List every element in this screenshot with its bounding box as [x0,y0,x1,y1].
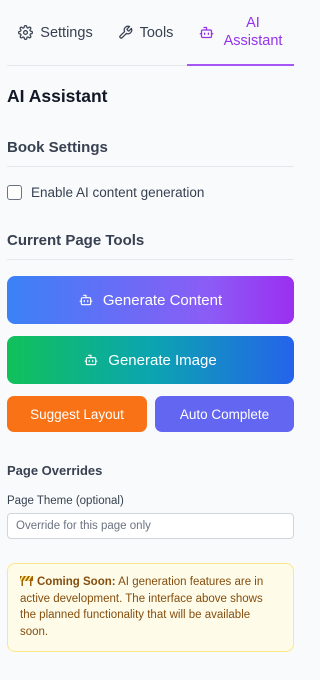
book-settings-heading: Book Settings [7,139,108,156]
page-theme-input[interactable] [7,513,294,539]
tab-ai-assistant[interactable]: AI Assistant [187,0,294,66]
tab-bar: Settings Tools AI Assistant [7,0,294,66]
coming-soon-notice: Coming Soon: AI generation features are … [7,563,294,652]
panel-title: AI Assistant [7,86,108,106]
tab-tools[interactable]: Tools [104,0,187,65]
bot-icon [199,26,213,38]
enable-ai-row[interactable]: Enable AI content generation [7,185,204,200]
section-divider [7,166,294,167]
generate-image-label: Generate Image [108,351,217,369]
suggest-layout-button[interactable]: Suggest Layout [7,396,147,432]
notice-title: Coming Soon: [37,576,116,588]
generate-content-label: Generate Content [102,291,223,309]
wrench-icon [118,25,132,39]
auto-complete-button[interactable]: Auto Complete [155,396,294,432]
construction-icon [20,576,33,586]
page-tools-heading: Current Page Tools [7,232,145,249]
tab-settings[interactable]: Settings [7,0,104,65]
enable-ai-label: Enable AI content generation [31,185,205,200]
tab-tools-label: Tools [139,24,174,41]
section-divider [7,259,294,260]
bot-icon [79,294,93,306]
bot-icon [84,354,98,366]
gear-icon [18,25,34,40]
page-overrides-heading: Page Overrides [7,463,103,478]
tab-settings-label: Settings [40,24,93,41]
page-theme-label: Page Theme (optional) [7,495,124,507]
generate-content-button[interactable]: Generate Content [7,276,294,324]
tab-ai-assistant-label: AI Assistant [223,15,283,49]
enable-ai-checkbox[interactable] [7,185,22,200]
generate-image-button[interactable]: Generate Image [7,336,294,384]
